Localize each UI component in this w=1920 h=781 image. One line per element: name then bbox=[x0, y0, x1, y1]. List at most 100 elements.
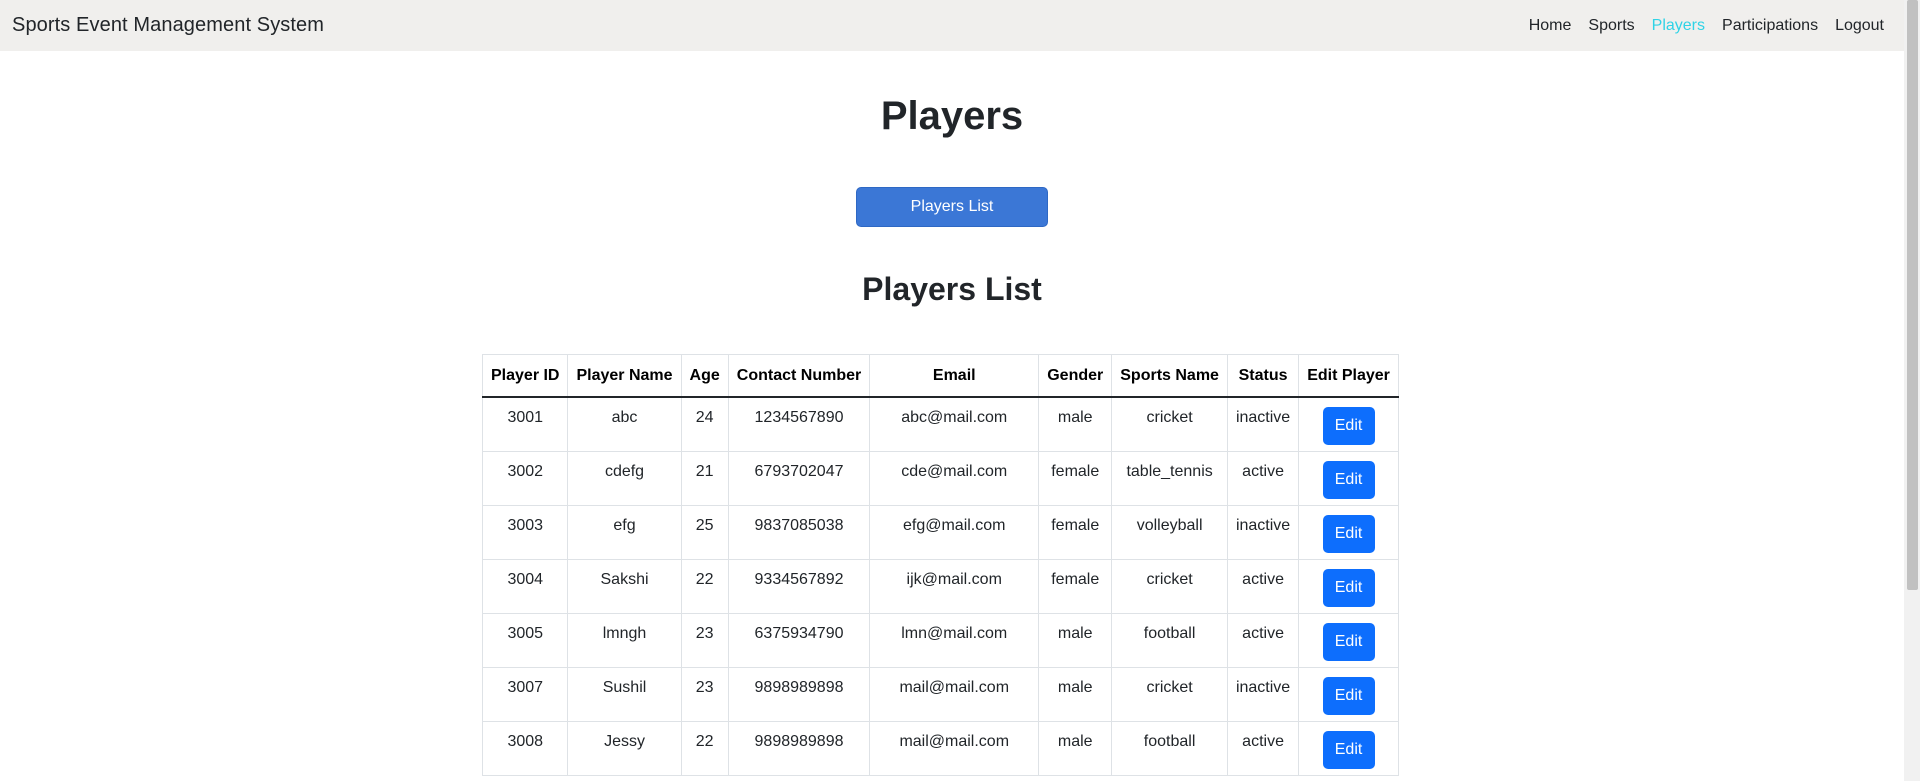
player-name-cell: Sakshi bbox=[567, 558, 682, 614]
contact-number-cell: 9898989898 bbox=[727, 666, 871, 722]
edit-player-cell: Edit bbox=[1298, 612, 1399, 668]
navbar: Sports Event Management System Home Spor… bbox=[0, 0, 1904, 51]
nav-link-participations[interactable]: Participations bbox=[1722, 17, 1818, 35]
email-cell: ijk@mail.com bbox=[869, 558, 1040, 614]
header-age: Age bbox=[680, 354, 729, 398]
edit-button[interactable]: Edit bbox=[1322, 514, 1375, 553]
contact-number-cell: 9898989898 bbox=[727, 720, 871, 776]
age-cell: 23 bbox=[680, 612, 729, 668]
sports-name-cell: table_tennis bbox=[1111, 450, 1228, 506]
page-title: Players bbox=[880, 94, 1024, 138]
gender-cell: female bbox=[1038, 450, 1113, 506]
player-id-cell: 3003 bbox=[481, 504, 569, 560]
table-row: 3001 abc 24 1234567890 abc@mail.com male crick… bbox=[481, 396, 1399, 452]
table-row: 3004 Sakshi 22 9334567892 ijk@mail.com female… bbox=[481, 558, 1399, 614]
page-scrollbar[interactable] bbox=[1904, 0, 1920, 781]
status-cell: active bbox=[1226, 558, 1300, 614]
nav-link-sports[interactable]: Sports bbox=[1588, 17, 1634, 35]
table-row: 3007 Sushil 23 9898989898 mail@mail.com male c… bbox=[481, 666, 1399, 722]
player-id-cell: 3001 bbox=[481, 396, 569, 452]
email-cell: efg@mail.com bbox=[869, 504, 1040, 560]
players-table: Player ID Player Name Age Contact Number… bbox=[481, 354, 1399, 776]
nav-link-home[interactable]: Home bbox=[1529, 17, 1572, 35]
status-cell: inactive bbox=[1226, 666, 1300, 722]
table-row: 3008 Jessy 22 9898989898 mail@mail.com male fo… bbox=[481, 720, 1399, 776]
status-cell: active bbox=[1226, 450, 1300, 506]
edit-player-cell: Edit bbox=[1298, 396, 1399, 452]
table-row: 3005 lmngh 23 6375934790 lmn@mail.com male foo… bbox=[481, 612, 1399, 668]
player-id-cell: 3007 bbox=[481, 666, 569, 722]
sports-name-cell: cricket bbox=[1111, 666, 1228, 722]
main-content: Players Players List Players List bbox=[0, 51, 1904, 309]
player-id-cell: 3004 bbox=[481, 558, 569, 614]
player-id-cell: 3002 bbox=[481, 450, 569, 506]
nav-link-logout[interactable]: Logout bbox=[1835, 17, 1884, 35]
status-cell: active bbox=[1226, 720, 1300, 776]
players-list-button[interactable]: Players List bbox=[856, 187, 1048, 227]
age-cell: 23 bbox=[680, 666, 729, 722]
player-name-cell: lmngh bbox=[567, 612, 682, 668]
header-sports-name: Sports Name bbox=[1111, 354, 1228, 398]
edit-button[interactable]: Edit bbox=[1322, 730, 1375, 769]
email-cell: mail@mail.com bbox=[869, 720, 1040, 776]
section-title: Players List bbox=[862, 271, 1042, 307]
navbar-brand[interactable]: Sports Event Management System bbox=[12, 14, 324, 37]
contact-number-cell: 9334567892 bbox=[727, 558, 871, 614]
age-cell: 25 bbox=[680, 504, 729, 560]
gender-cell: male bbox=[1038, 720, 1113, 776]
edit-player-cell: Edit bbox=[1298, 558, 1399, 614]
status-cell: inactive bbox=[1226, 504, 1300, 560]
sports-name-cell: football bbox=[1111, 612, 1228, 668]
gender-cell: male bbox=[1038, 666, 1113, 722]
edit-button[interactable]: Edit bbox=[1322, 676, 1375, 715]
contact-number-cell: 6375934790 bbox=[727, 612, 871, 668]
header-status: Status bbox=[1226, 354, 1300, 398]
sports-name-cell: cricket bbox=[1111, 558, 1228, 614]
table-row: 3002 cdefg 21 6793702047 cde@mail.com female t… bbox=[481, 450, 1399, 506]
age-cell: 22 bbox=[680, 558, 729, 614]
header-player-name: Player Name bbox=[567, 354, 682, 398]
gender-cell: female bbox=[1038, 504, 1113, 560]
header-contact-number: Contact Number bbox=[727, 354, 871, 398]
player-name-cell: cdefg bbox=[567, 450, 682, 506]
age-cell: 24 bbox=[680, 396, 729, 452]
status-cell: inactive bbox=[1226, 396, 1300, 452]
gender-cell: male bbox=[1038, 612, 1113, 668]
edit-player-cell: Edit bbox=[1298, 666, 1399, 722]
email-cell: lmn@mail.com bbox=[869, 612, 1040, 668]
edit-button[interactable]: Edit bbox=[1322, 568, 1375, 607]
player-name-cell: efg bbox=[567, 504, 682, 560]
email-cell: cde@mail.com bbox=[869, 450, 1040, 506]
age-cell: 21 bbox=[680, 450, 729, 506]
contact-number-cell: 6793702047 bbox=[727, 450, 871, 506]
scrollbar-thumb[interactable] bbox=[1907, 0, 1918, 590]
edit-button[interactable]: Edit bbox=[1322, 622, 1375, 661]
nav-links: Home Sports Players Participations Logou… bbox=[1529, 17, 1884, 35]
gender-cell: female bbox=[1038, 558, 1113, 614]
table-row: 3003 efg 25 9837085038 efg@mail.com female vol… bbox=[481, 504, 1399, 560]
edit-button[interactable]: Edit bbox=[1322, 407, 1375, 445]
header-gender: Gender bbox=[1038, 354, 1113, 398]
header-edit-player: Edit Player bbox=[1298, 354, 1399, 398]
edit-player-cell: Edit bbox=[1298, 504, 1399, 560]
nav-link-players[interactable]: Players bbox=[1652, 17, 1705, 35]
edit-player-cell: Edit bbox=[1298, 450, 1399, 506]
player-name-cell: abc bbox=[567, 396, 682, 452]
sports-name-cell: cricket bbox=[1111, 396, 1228, 452]
player-id-cell: 3008 bbox=[481, 720, 569, 776]
gender-cell: male bbox=[1038, 396, 1113, 452]
header-player-id: Player ID bbox=[481, 354, 569, 398]
email-cell: mail@mail.com bbox=[869, 666, 1040, 722]
sports-name-cell: football bbox=[1111, 720, 1228, 776]
email-cell: abc@mail.com bbox=[869, 396, 1040, 452]
table-body: 3001 abc 24 1234567890 abc@mail.com male crick… bbox=[481, 396, 1399, 776]
player-name-cell: Sushil bbox=[567, 666, 682, 722]
contact-number-cell: 9837085038 bbox=[727, 504, 871, 560]
table-header-row: Player ID Player Name Age Contact Number… bbox=[481, 354, 1399, 398]
edit-button[interactable]: Edit bbox=[1322, 460, 1375, 499]
player-name-cell: Jessy bbox=[567, 720, 682, 776]
age-cell: 22 bbox=[680, 720, 729, 776]
player-id-cell: 3005 bbox=[481, 612, 569, 668]
header-email: Email bbox=[869, 354, 1040, 398]
contact-number-cell: 1234567890 bbox=[727, 396, 871, 452]
